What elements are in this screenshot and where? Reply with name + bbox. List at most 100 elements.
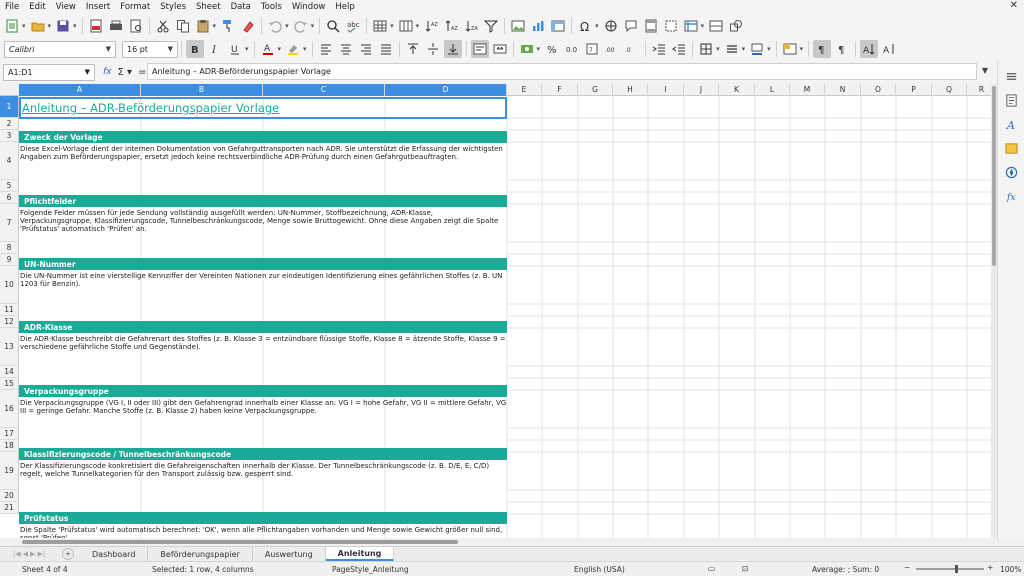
insert-chart-icon[interactable] <box>529 17 547 35</box>
zoom-slider-handle[interactable] <box>955 565 958 573</box>
column-header-k[interactable]: K <box>719 84 755 96</box>
column-header-p[interactable]: P <box>896 84 932 96</box>
section-text[interactable]: Die UN-Nummer ist eine vierstellige Kenn… <box>19 272 507 288</box>
section-text[interactable]: Der Klassifizierungscode konkretisiert d… <box>19 462 507 478</box>
define-print-area-icon[interactable] <box>662 17 680 35</box>
text-orientation-icon[interactable]: A <box>860 40 879 58</box>
font-color-dropdown-icon[interactable]: ▾ <box>278 45 282 53</box>
column-header-j[interactable]: J <box>684 84 719 96</box>
border-style-icon[interactable] <box>723 40 741 58</box>
menu-edit[interactable]: Edit <box>24 2 50 12</box>
column-header-i[interactable]: I <box>648 84 684 96</box>
properties-icon[interactable] <box>1002 91 1020 109</box>
center-vertically-icon[interactable] <box>424 40 442 58</box>
align-center-icon[interactable] <box>337 40 355 58</box>
insert-image-icon[interactable] <box>509 17 527 35</box>
menu-sheet[interactable]: Sheet <box>191 2 226 12</box>
undo-dropdown-icon[interactable]: ▾ <box>285 22 289 30</box>
hyperlink-icon[interactable] <box>602 17 620 35</box>
font-color-icon[interactable]: A <box>259 40 277 58</box>
freeze-rows-columns-icon[interactable] <box>682 17 700 35</box>
cell-a1-title[interactable]: Anleitung – ADR-Beförderungspapier Vorla… <box>19 97 507 119</box>
clear-formatting-icon[interactable] <box>239 17 257 35</box>
date-format-icon[interactable]: 7 <box>583 40 601 58</box>
column-header-h[interactable]: H <box>613 84 648 96</box>
row-header-3[interactable]: 3 <box>0 130 19 142</box>
align-right-icon[interactable] <box>357 40 375 58</box>
section-heading[interactable]: Pflichtfelder <box>19 195 507 207</box>
row-header-20[interactable]: 20 <box>0 490 19 502</box>
column-header-l[interactable]: L <box>755 84 790 96</box>
column-header-m[interactable]: M <box>790 84 825 96</box>
align-left-icon[interactable] <box>317 40 335 58</box>
row-header-13[interactable]: 13 <box>0 328 19 366</box>
redo-icon[interactable] <box>292 17 310 35</box>
row-header-1[interactable]: 1 <box>0 96 19 118</box>
spelling-icon[interactable]: abc <box>344 17 362 35</box>
horizontal-scrollbar[interactable] <box>0 538 997 546</box>
row-header-2[interactable]: 2 <box>0 118 19 130</box>
percent-format-icon[interactable]: % <box>543 40 561 58</box>
section-heading[interactable]: ADR-Klasse <box>19 321 507 333</box>
column-header-f[interactable]: F <box>542 84 578 96</box>
copy-icon[interactable] <box>174 17 192 35</box>
row-header-6[interactable]: 6 <box>0 192 19 204</box>
border-style-dropdown-icon[interactable]: ▾ <box>742 45 746 53</box>
decrease-indent-icon[interactable] <box>670 40 688 58</box>
show-draw-functions-icon[interactable] <box>727 17 745 35</box>
section-heading[interactable]: Zweck der Vorlage <box>19 131 507 143</box>
menu-help[interactable]: Help <box>330 2 359 12</box>
menu-window[interactable]: Window <box>287 2 331 12</box>
next-sheet-icon[interactable]: ▶ <box>30 550 35 558</box>
delete-decimal-icon[interactable]: .0 <box>623 40 641 58</box>
scrollbar-thumb[interactable] <box>992 86 996 266</box>
column-header-o[interactable]: O <box>861 84 896 96</box>
first-sheet-icon[interactable]: |◀ <box>13 550 21 558</box>
row-header-5[interactable]: 5 <box>0 180 19 192</box>
navigator-icon[interactable] <box>1002 163 1020 181</box>
column-header-a[interactable]: A <box>19 84 141 96</box>
functions-icon[interactable]: fx <box>1002 187 1020 205</box>
section-text[interactable]: Folgende Felder müssen für jede Sendung … <box>19 209 507 233</box>
find-replace-icon[interactable] <box>324 17 342 35</box>
increase-indent-icon[interactable] <box>650 40 668 58</box>
split-window-icon[interactable] <box>707 17 725 35</box>
font-name-box[interactable]: Calibri ▼ <box>4 40 116 58</box>
column-header-n[interactable]: N <box>825 84 861 96</box>
row-header-12[interactable]: 12 <box>0 316 19 328</box>
italic-icon[interactable]: I <box>206 40 224 58</box>
section-text[interactable]: Diese Excel-Vorlage dient der internen D… <box>19 145 507 161</box>
menu-data[interactable]: Data <box>226 2 256 12</box>
row-header-21[interactable]: 21 <box>0 502 19 514</box>
formula-input[interactable]: Anleitung – ADR-Beförderungspapier Vorla… <box>147 63 977 80</box>
redo-dropdown-icon[interactable]: ▾ <box>311 22 315 30</box>
underline-dropdown-icon[interactable]: ▾ <box>245 45 249 53</box>
row-header-14[interactable]: 14 <box>0 366 19 378</box>
selection-mode-icon[interactable]: ▭ <box>708 564 715 573</box>
menu-format[interactable]: Format <box>115 2 155 12</box>
special-character-icon[interactable]: Ω <box>576 17 594 35</box>
sidebar-menu-icon[interactable] <box>1002 67 1020 85</box>
row-dropdown-icon[interactable]: ▾ <box>390 22 394 30</box>
save-icon[interactable] <box>54 17 72 35</box>
language[interactable]: English (USA) <box>574 565 625 574</box>
tab-auswertung[interactable]: Auswertung <box>253 547 326 561</box>
column-header-g[interactable]: G <box>578 84 613 96</box>
vertical-text-icon[interactable]: A <box>880 40 898 58</box>
menu-view[interactable]: View <box>51 2 81 12</box>
merge-center-icon[interactable] <box>491 40 509 58</box>
sort-descending-icon[interactable]: ZA <box>462 17 480 35</box>
right-to-left-icon[interactable]: ¶ <box>833 40 851 58</box>
section-heading[interactable]: Verpackungsgruppe <box>19 385 507 397</box>
section-text[interactable]: Die Spalte 'Prüfstatus' wird automatisch… <box>19 526 507 538</box>
gallery-icon[interactable] <box>1002 139 1020 157</box>
scrollbar-thumb[interactable] <box>22 540 458 544</box>
row-header-17[interactable]: 17 <box>0 428 19 440</box>
spreadsheet-grid[interactable]: ABCDEFGHIJKLMNOPQR 1 2 3 4 5 6 7 8 9 10 11 12 13 14 15… <box>0 84 991 538</box>
row-header-18[interactable]: 18 <box>0 440 19 452</box>
cut-icon[interactable] <box>154 17 172 35</box>
headers-footers-icon[interactable] <box>642 17 660 35</box>
section-heading[interactable]: UN-Nummer <box>19 258 507 270</box>
open-icon[interactable] <box>29 17 47 35</box>
column-header-q[interactable]: Q <box>932 84 967 96</box>
